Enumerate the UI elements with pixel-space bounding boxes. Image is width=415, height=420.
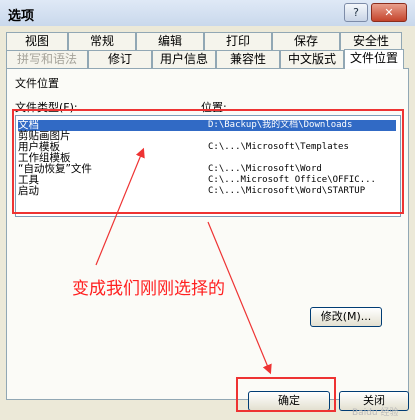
tab-file-locations[interactable]: 文件位置 <box>344 49 404 69</box>
watermark: Baidu 经验 <box>352 408 399 418</box>
annotation-text: 变成我们刚刚选择的 <box>72 279 225 299</box>
arrow-to-list <box>95 147 145 266</box>
